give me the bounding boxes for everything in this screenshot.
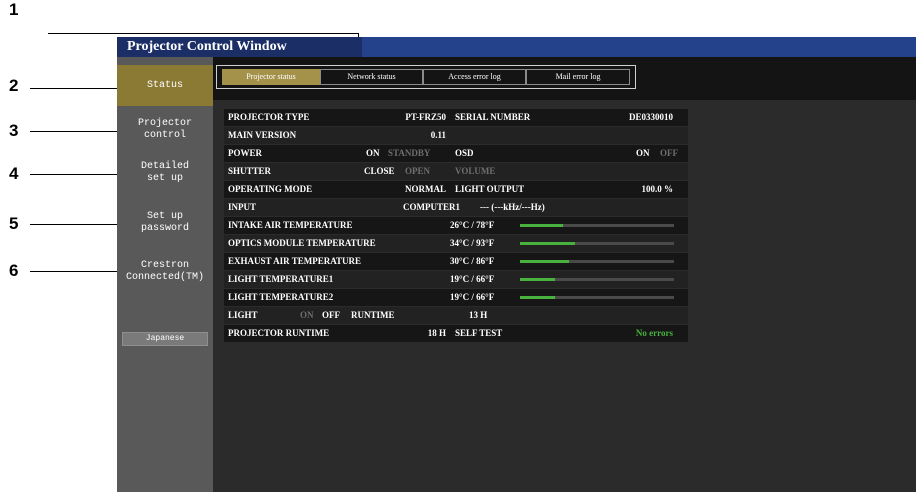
- tab-network-status[interactable]: Network status: [320, 69, 423, 85]
- status-row-temperature: OPTICS MODULE TEMPERATURE 34°C / 93°F: [224, 235, 688, 252]
- power-on: ON: [366, 148, 380, 158]
- status-row-temperature: LIGHT TEMPERATURE1 19°C / 66°F: [224, 271, 688, 288]
- sidebar-item-set-up-password[interactable]: Set up password: [117, 204, 213, 242]
- self-test-label: SELF TEST: [455, 328, 503, 338]
- runtime-value: 13 H: [469, 310, 488, 320]
- volume-label: VOLUME: [455, 166, 496, 176]
- light-output-value: 100.0 %: [641, 184, 674, 194]
- status-row-temperature: INTAKE AIR TEMPERATURE 26°C / 78°F: [224, 217, 688, 234]
- power-label: POWER: [228, 148, 263, 158]
- temperature-bar-fill: [520, 260, 570, 263]
- status-row-shutter: SHUTTER CLOSE OPEN VOLUME: [224, 163, 688, 180]
- callout-6: 6: [9, 261, 19, 280]
- status-row-projector-runtime: PROJECTOR RUNTIME 18 H SELF TEST No erro…: [224, 325, 688, 342]
- osd-label: OSD: [455, 148, 474, 158]
- japanese-button[interactable]: Japanese: [122, 332, 208, 346]
- sidebar: Status Projector control Detailed set up…: [117, 57, 213, 492]
- temperature-value: 19°C / 66°F: [450, 274, 495, 284]
- temperature-bar-fill: [520, 224, 564, 227]
- shutter-open: OPEN: [405, 166, 431, 176]
- projector-status-panel: PROJECTOR TYPE PT-FRZ50 SERIAL NUMBER DE…: [213, 100, 916, 492]
- projector-runtime-label: PROJECTOR RUNTIME: [228, 328, 330, 338]
- temperature-bar: [520, 224, 674, 227]
- light-on: ON: [300, 310, 314, 320]
- callout-1-line: [48, 33, 359, 34]
- tab-mail-error-log[interactable]: Mail error log: [526, 69, 630, 85]
- status-row-projector-type: PROJECTOR TYPE PT-FRZ50 SERIAL NUMBER DE…: [224, 109, 688, 126]
- input-signal: --- (---kHz/---Hz): [480, 202, 545, 212]
- status-row-operating-mode: OPERATING MODE NORMAL LIGHT OUTPUT 100.0…: [224, 181, 688, 198]
- sidebar-item-status[interactable]: Status: [117, 65, 213, 106]
- temperature-bar-fill: [520, 296, 556, 299]
- tab-bar: Projector status Network status Access e…: [213, 57, 916, 100]
- title-bar: Projector Control Window: [117, 37, 916, 57]
- temperature-value: 34°C / 93°F: [450, 238, 495, 248]
- input-value: COMPUTER1: [403, 202, 460, 212]
- main-version-label: MAIN VERSION: [228, 130, 297, 140]
- shutter-label: SHUTTER: [228, 166, 272, 176]
- projector-type-label: PROJECTOR TYPE: [228, 112, 310, 122]
- projector-type-value: PT-FRZ50: [405, 112, 446, 122]
- temperature-bar: [520, 296, 674, 299]
- temperature-value: 26°C / 78°F: [450, 220, 495, 230]
- temperature-value: 30°C / 86°F: [450, 256, 495, 266]
- sidebar-item-detailed-set-up[interactable]: Detailed set up: [117, 154, 213, 192]
- shutter-close: CLOSE: [364, 166, 395, 176]
- tab-access-error-log[interactable]: Access error log: [423, 69, 526, 85]
- status-row-main-version: MAIN VERSION 0.11: [224, 127, 688, 144]
- sidebar-item-crestron-connected[interactable]: Crestron Connected(TM): [117, 253, 213, 291]
- projector-control-window: Projector Control Window Status Projecto…: [117, 37, 916, 492]
- light-off: OFF: [322, 310, 340, 320]
- temperature-label: EXHAUST AIR TEMPERATURE: [228, 256, 362, 266]
- callout-2: 2: [9, 76, 19, 95]
- status-row-temperature: EXHAUST AIR TEMPERATURE 30°C / 86°F: [224, 253, 688, 270]
- temperature-label: OPTICS MODULE TEMPERATURE: [228, 238, 376, 248]
- serial-number-label: SERIAL NUMBER: [455, 112, 531, 122]
- window-title: Projector Control Window: [117, 37, 362, 57]
- light-label: LIGHT: [228, 310, 258, 320]
- self-test-value: No errors: [635, 328, 673, 338]
- temperature-value: 19°C / 66°F: [450, 292, 495, 302]
- sidebar-item-projector-control[interactable]: Projector control: [117, 111, 213, 149]
- callout-3: 3: [9, 121, 19, 140]
- input-label: INPUT: [228, 202, 257, 212]
- temperature-bar: [520, 278, 674, 281]
- temperature-label: INTAKE AIR TEMPERATURE: [228, 220, 353, 230]
- projector-runtime-value: 18 H: [427, 328, 446, 338]
- status-row-input: INPUT COMPUTER1 --- (---kHz/---Hz): [224, 199, 688, 216]
- temperature-label: LIGHT TEMPERATURE2: [228, 292, 334, 302]
- callout-5: 5: [9, 214, 19, 233]
- operating-mode-value: NORMAL: [405, 184, 446, 194]
- temperature-bar-fill: [520, 278, 556, 281]
- temperature-label: LIGHT TEMPERATURE1: [228, 274, 334, 284]
- main-version-value: 0.11: [430, 130, 446, 140]
- light-output-label: LIGHT OUTPUT: [455, 184, 525, 194]
- runtime-label: RUNTIME: [351, 310, 395, 320]
- temperature-bar: [520, 242, 674, 245]
- operating-mode-label: OPERATING MODE: [228, 184, 313, 194]
- temperature-bar: [520, 260, 674, 263]
- tab-group: Projector status Network status Access e…: [216, 65, 636, 89]
- tab-projector-status[interactable]: Projector status: [222, 69, 320, 85]
- status-row-temperature: LIGHT TEMPERATURE2 19°C / 66°F: [224, 289, 688, 306]
- callout-4: 4: [9, 164, 19, 183]
- osd-on: ON: [636, 148, 650, 158]
- callout-1: 1: [9, 0, 19, 19]
- osd-off: OFF: [660, 148, 678, 158]
- serial-number-value: DE0330010: [628, 112, 673, 122]
- temperature-bar-fill: [520, 242, 576, 245]
- status-row-power: POWER ON STANDBY OSD ON OFF: [224, 145, 688, 162]
- power-standby: STANDBY: [388, 148, 431, 158]
- status-row-light: LIGHT ON OFF RUNTIME 13 H: [224, 307, 688, 324]
